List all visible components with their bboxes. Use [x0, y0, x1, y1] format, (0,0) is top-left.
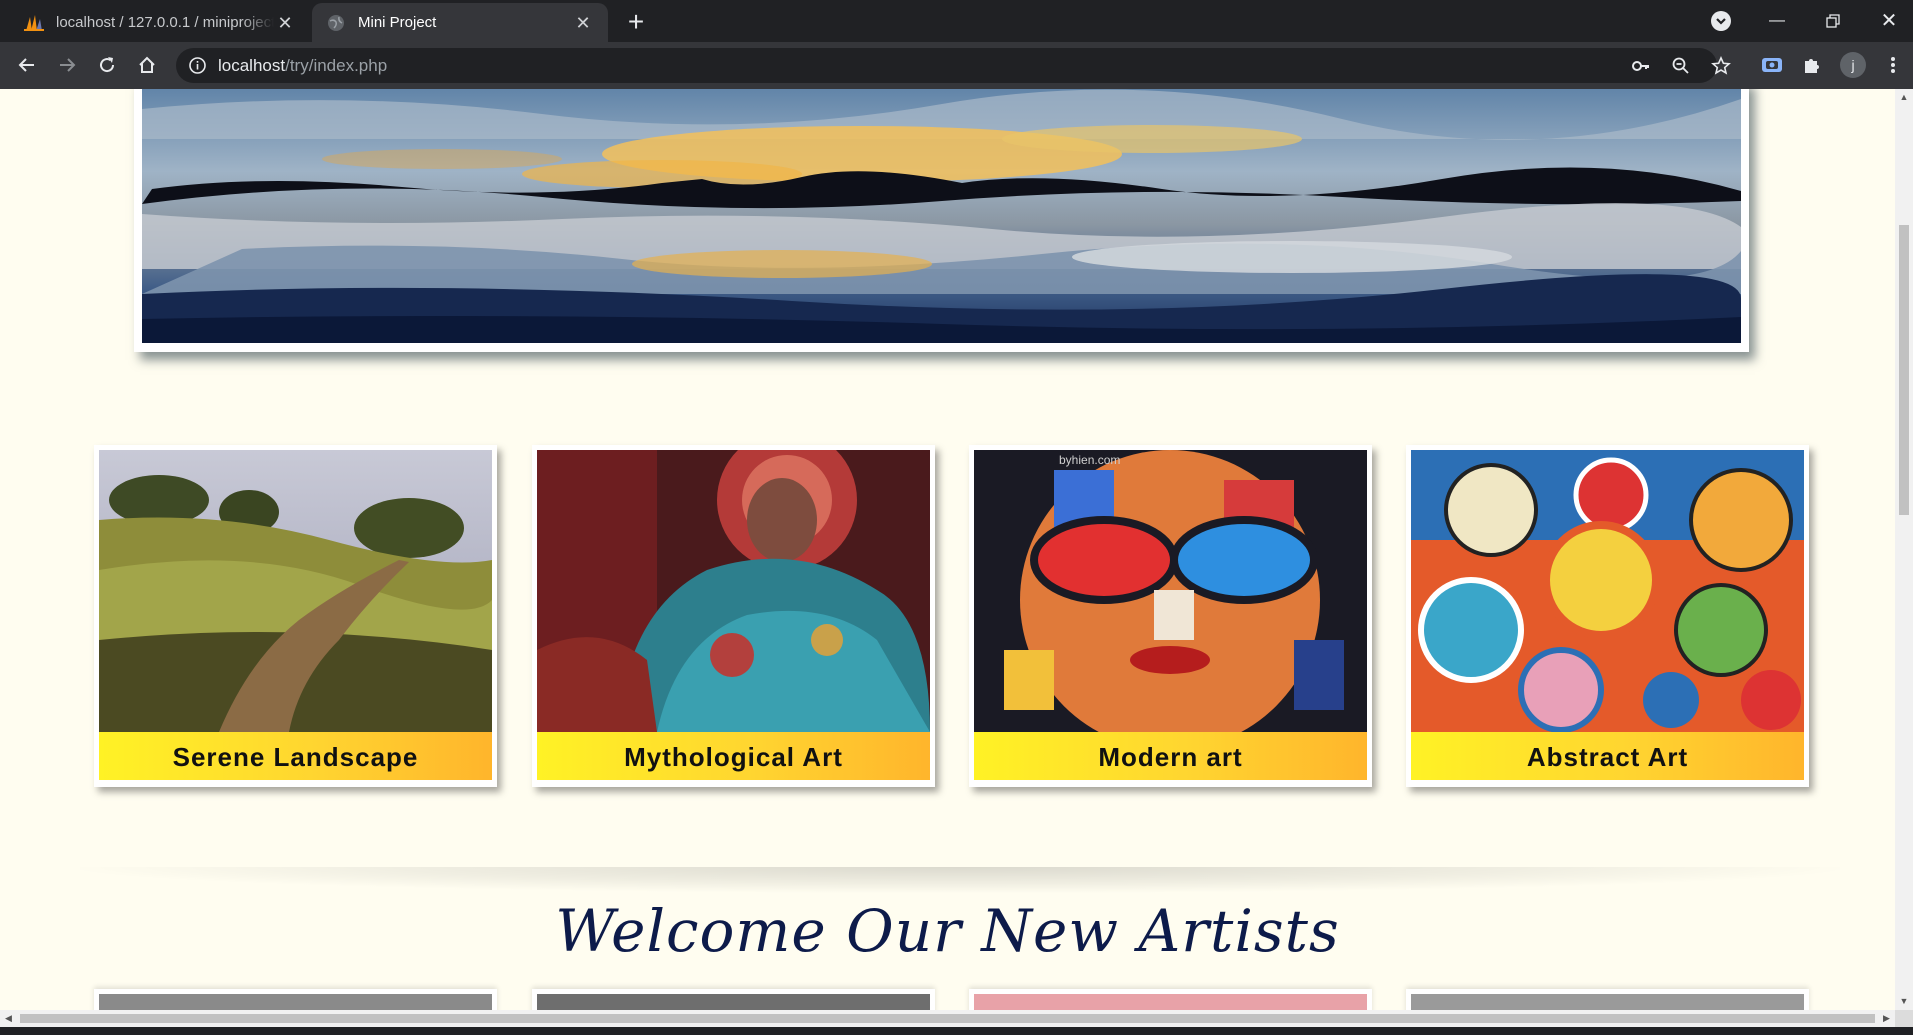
screen-capture-extension-icon[interactable] — [1759, 52, 1785, 78]
hero-banner — [134, 89, 1749, 352]
scroll-left-arrow-icon[interactable]: ◀ — [0, 1010, 17, 1027]
close-tab-icon[interactable]: ✕ — [572, 12, 594, 34]
scrollbar-corner — [1895, 1010, 1913, 1027]
extensions-puzzle-icon[interactable] — [1799, 52, 1825, 78]
category-card-serene-landscape[interactable]: Serene Landscape — [94, 445, 497, 787]
restore-icon[interactable] — [1809, 6, 1857, 36]
category-card-modern-art[interactable]: byhien.com Modern art — [969, 445, 1372, 787]
minimize-icon[interactable]: — — [1753, 6, 1801, 36]
mythological-painting — [537, 450, 930, 732]
scroll-right-arrow-icon[interactable]: ▶ — [1878, 1010, 1895, 1027]
abstract-circles-painting — [1411, 450, 1804, 732]
password-key-icon[interactable] — [1631, 56, 1651, 76]
category-card-abstract-art[interactable]: Abstract Art — [1406, 445, 1809, 787]
phpmyadmin-icon — [24, 13, 44, 33]
site-info-icon[interactable] — [188, 56, 207, 75]
category-label: Serene Landscape — [99, 732, 492, 780]
new-tab-plus-icon[interactable]: + — [622, 8, 650, 37]
seascape-painting — [142, 89, 1741, 343]
tab-mini-project[interactable]: Mini Project ✕ — [312, 3, 608, 42]
bookmark-star-icon[interactable] — [1711, 56, 1731, 76]
horizontal-scrollbar[interactable]: ◀ ▶ — [0, 1010, 1895, 1027]
tab-title: localhost / 127.0.0.1 / miniproject — [56, 14, 274, 31]
landscape-painting — [99, 450, 492, 732]
modern-face-painting: byhien.com — [974, 450, 1367, 732]
category-label: Abstract Art — [1411, 732, 1804, 780]
zoom-icon[interactable] — [1671, 56, 1691, 76]
home-icon[interactable] — [132, 50, 162, 80]
category-card-mythological-art[interactable]: Mythological Art — [532, 445, 935, 787]
back-arrow-icon[interactable] — [12, 50, 42, 80]
welcome-heading: Welcome Our New Artists — [555, 897, 1340, 965]
url-text: localhost/try/index.php — [218, 48, 387, 83]
close-tab-icon[interactable]: ✕ — [274, 12, 296, 34]
scroll-down-arrow-icon[interactable]: ▼ — [1895, 993, 1913, 1010]
window-bottom-edge — [0, 1027, 1913, 1035]
page-viewport: Serene Landscape Mythological Art byhien… — [0, 89, 1895, 1010]
tab-strip: localhost / 127.0.0.1 / miniproject ✕ Mi… — [0, 0, 1913, 42]
tab-title: Mini Project — [358, 14, 437, 31]
forward-arrow-icon[interactable] — [52, 50, 82, 80]
url-path: /try/index.php — [285, 56, 388, 75]
horizontal-scroll-thumb[interactable] — [20, 1014, 1875, 1023]
artist-photo — [974, 994, 1367, 1010]
painting-watermark: byhien.com — [1059, 453, 1120, 467]
url-host: localhost — [218, 56, 286, 75]
scroll-up-arrow-icon[interactable]: ▲ — [1895, 89, 1913, 106]
vertical-scrollbar[interactable]: ▲ ▼ — [1895, 89, 1913, 1010]
profile-avatar[interactable]: j — [1840, 52, 1866, 78]
artist-card[interactable] — [1406, 989, 1809, 1010]
browser-toolbar: localhost/try/index.php j — [0, 42, 1913, 89]
artist-photo — [1411, 994, 1804, 1010]
artist-photo — [537, 994, 930, 1010]
vertical-scroll-thumb[interactable] — [1899, 225, 1909, 515]
tab-phpmyadmin[interactable]: localhost / 127.0.0.1 / miniproject ✕ — [10, 3, 310, 42]
category-label: Modern art — [974, 732, 1367, 780]
globe-icon — [326, 13, 346, 33]
artist-card[interactable] — [969, 989, 1372, 1010]
reload-icon[interactable] — [92, 50, 122, 80]
category-label: Mythological Art — [537, 732, 930, 780]
menu-kebab-icon[interactable] — [1880, 52, 1906, 78]
artist-card[interactable] — [532, 989, 935, 1010]
address-bar[interactable]: localhost/try/index.php — [176, 48, 1731, 83]
section-divider — [80, 867, 1840, 893]
artist-photo — [99, 994, 492, 1010]
artist-card[interactable] — [94, 989, 497, 1010]
close-window-icon[interactable]: ✕ — [1865, 6, 1913, 36]
tab-search-icon[interactable] — [1711, 11, 1731, 31]
